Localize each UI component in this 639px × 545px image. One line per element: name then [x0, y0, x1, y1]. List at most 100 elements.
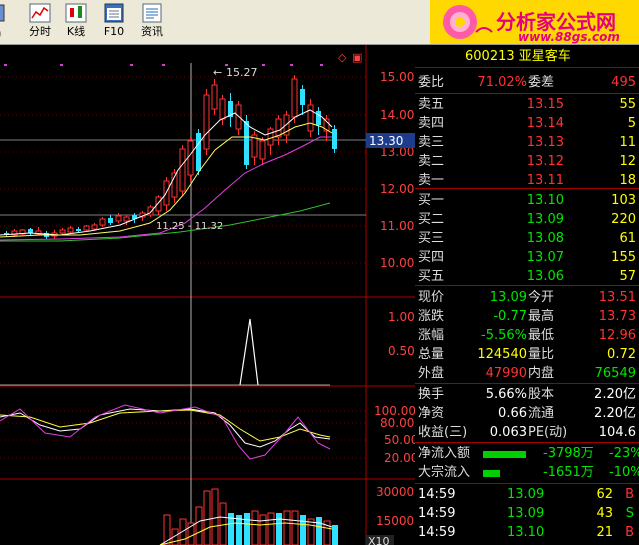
ask-price: 13.15	[526, 97, 564, 112]
volume-bar	[267, 512, 275, 545]
tick-price: 13.09	[507, 487, 545, 502]
ask-volume: 55	[619, 97, 636, 112]
candle-body	[59, 229, 66, 234]
candle-body	[179, 148, 186, 192]
bid-label: 买一	[418, 193, 445, 208]
quote-label: 现价	[418, 290, 445, 305]
timeshare-button[interactable]: 分时	[22, 2, 58, 42]
volume-bar	[259, 514, 267, 545]
stock-title-row: 600213 亚星客车	[415, 48, 639, 66]
exit-label: 出	[0, 25, 14, 38]
tick-row: 14:59 13.10 21 B	[415, 524, 639, 542]
quote-value: 47990	[485, 366, 527, 381]
flow-value: -3798万	[543, 446, 594, 461]
quote-label: 总量	[418, 347, 445, 362]
candlestick-icon	[65, 3, 87, 23]
quote-row: 总量 124540 量比 0.72	[415, 346, 639, 364]
bid-label: 买五	[418, 269, 445, 284]
volume-bar	[203, 490, 211, 545]
volume-tick: 30000	[376, 485, 414, 499]
bid-row: 买四 13.07 155	[415, 249, 639, 267]
tick-side: B	[625, 487, 634, 502]
fundamental-row: 收益(三) 0.063 PE(动) 104.6	[415, 424, 639, 442]
flower-logo-icon	[443, 5, 493, 39]
weicha-label: 委差	[528, 75, 555, 90]
logo-url: www.88gs.com	[518, 30, 620, 44]
news-icon	[142, 3, 162, 23]
candle-body	[244, 121, 249, 165]
bid-row: 买二 13.09 220	[415, 211, 639, 229]
f10-button[interactable]: F10	[96, 2, 132, 42]
ask-label: 卖五	[418, 97, 445, 112]
price-tick: 11.00	[380, 219, 414, 233]
quote-row: 涨幅 -5.56% 最低 12.96	[415, 327, 639, 345]
volume-bar	[316, 517, 322, 545]
bid-label: 买二	[418, 212, 445, 227]
quote-panel: 600213 亚星客车 委比 71.02% 委差 495 卖五 13.15 55 卖四…	[415, 45, 639, 545]
exit-button[interactable]: 出	[0, 2, 14, 42]
flow-percent: -10%	[609, 465, 639, 480]
kdj-tick: 50.00	[384, 433, 415, 447]
quote-label: 内盘	[528, 366, 555, 381]
ask-row: 卖三 13.13 11	[415, 134, 639, 152]
tick-price: 13.09	[507, 506, 545, 521]
fundamental-row: 净资 0.66 流通 2.20亿	[415, 405, 639, 423]
volume-bar	[244, 513, 250, 545]
tick-time: 14:59	[418, 506, 456, 521]
ask-price: 13.12	[526, 154, 564, 169]
candle-body	[28, 229, 33, 233]
chart-area[interactable]: 15.00 14.00 13.00 12.00 11.00 10.00 13.3…	[0, 45, 415, 545]
quote-label: 最低	[528, 328, 555, 343]
quote-value: -0.77	[493, 309, 527, 324]
ask-row: 卖四 13.14 5	[415, 115, 639, 133]
fundamental-value: 2.20亿	[594, 387, 636, 402]
volume-bar	[211, 488, 219, 545]
bid-price: 13.09	[526, 212, 564, 227]
weicha-value: 495	[611, 75, 636, 90]
tick-row: 14:59 13.09 43 S	[415, 505, 639, 523]
volume-unit: X10	[368, 535, 390, 545]
fundamental-value: 5.66%	[485, 387, 527, 402]
flow-percent: -23%	[609, 446, 639, 461]
low-annotation: 11.25 - 11.32	[156, 221, 223, 232]
quote-row: 涨跌 -0.77 最高 13.73	[415, 308, 639, 326]
ask-volume: 12	[619, 154, 636, 169]
fundamental-row: 换手 5.66% 股本 2.20亿	[415, 386, 639, 404]
weibi-value: 71.02%	[477, 75, 527, 90]
volume-bar	[219, 502, 227, 545]
bid-label: 买三	[418, 231, 445, 246]
event-markers	[4, 64, 323, 66]
volume-ratio-spike	[239, 318, 259, 386]
news-button[interactable]: 资讯	[134, 2, 170, 42]
price-tick: 15.00	[380, 70, 414, 84]
quote-value: 0.72	[607, 347, 636, 362]
quote-label: 外盘	[418, 366, 445, 381]
candle-body	[99, 218, 106, 226]
quote-value: 76549	[594, 366, 636, 381]
ask-label: 卖四	[418, 116, 445, 131]
toolbar: 出 分时 K线 F10 资讯 分析家公式网 www.88gs.com	[0, 0, 639, 45]
weibi-row: 委比 71.02% 委差 495	[415, 74, 639, 92]
fundamental-value: 2.20亿	[594, 406, 636, 421]
candle-body	[291, 78, 298, 118]
tick-row: 14:59 13.09 62 B	[415, 486, 639, 504]
kdj-d-line	[0, 409, 331, 442]
candlesticks	[4, 75, 337, 239]
candle-body	[316, 111, 321, 125]
bid-price: 13.08	[526, 231, 564, 246]
current-price-tag: 13.30	[369, 134, 403, 148]
f10-label: F10	[103, 25, 125, 38]
ask-volume: 5	[627, 116, 636, 131]
exit-icon	[0, 4, 5, 22]
kline-button[interactable]: K线	[58, 2, 94, 42]
candle-body	[83, 225, 90, 231]
kdj-j-line	[0, 404, 331, 460]
tick-time: 14:59	[418, 525, 456, 540]
candle-body	[196, 133, 201, 171]
bid-price: 13.10	[526, 193, 564, 208]
ask-label: 卖三	[418, 135, 445, 150]
tick-time: 14:59	[418, 487, 456, 502]
high-annotation-value: 15.27	[226, 66, 258, 79]
bid-row: 买一 13.10 103	[415, 192, 639, 210]
fundamental-label: 流通	[528, 406, 555, 421]
